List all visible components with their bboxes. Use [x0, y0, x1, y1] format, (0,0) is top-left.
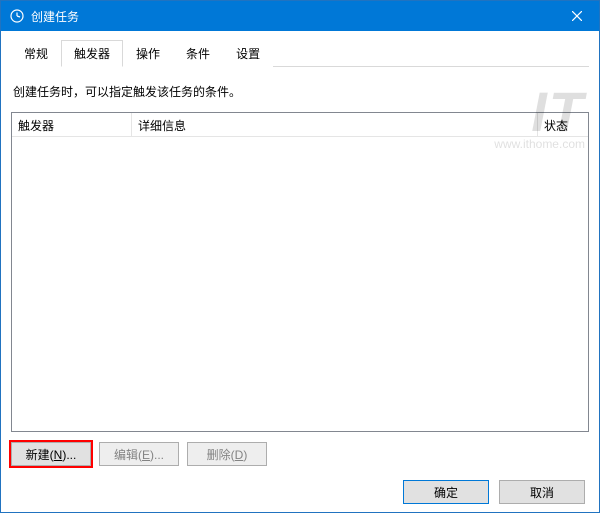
new-button[interactable]: 新建(N)...: [11, 442, 91, 466]
table-header: 触发器 详细信息 状态: [12, 113, 588, 137]
clock-icon: [9, 8, 25, 24]
ok-button[interactable]: 确定: [403, 480, 489, 504]
tab-bar: 常规 触发器 操作 条件 设置: [11, 39, 589, 67]
tab-settings[interactable]: 设置: [223, 40, 273, 67]
delete-button: 删除(D): [187, 442, 267, 466]
action-row: 新建(N)... 编辑(E)... 删除(D): [11, 442, 589, 466]
column-details[interactable]: 详细信息: [132, 113, 538, 136]
dialog-footer: 确定 取消: [11, 480, 589, 504]
cancel-button[interactable]: 取消: [499, 480, 585, 504]
triggers-table: 触发器 详细信息 状态: [11, 112, 589, 432]
tab-general[interactable]: 常规: [11, 40, 61, 67]
tab-conditions[interactable]: 条件: [173, 40, 223, 67]
tab-description: 创建任务时，可以指定触发该任务的条件。: [13, 83, 587, 100]
column-status[interactable]: 状态: [538, 113, 588, 136]
edit-button: 编辑(E)...: [99, 442, 179, 466]
titlebar: 创建任务: [1, 1, 599, 31]
close-button[interactable]: [554, 1, 599, 31]
tab-triggers[interactable]: 触发器: [61, 40, 123, 67]
window-title: 创建任务: [31, 8, 79, 25]
tab-actions[interactable]: 操作: [123, 40, 173, 67]
table-body[interactable]: [12, 137, 588, 431]
column-trigger[interactable]: 触发器: [12, 113, 132, 136]
